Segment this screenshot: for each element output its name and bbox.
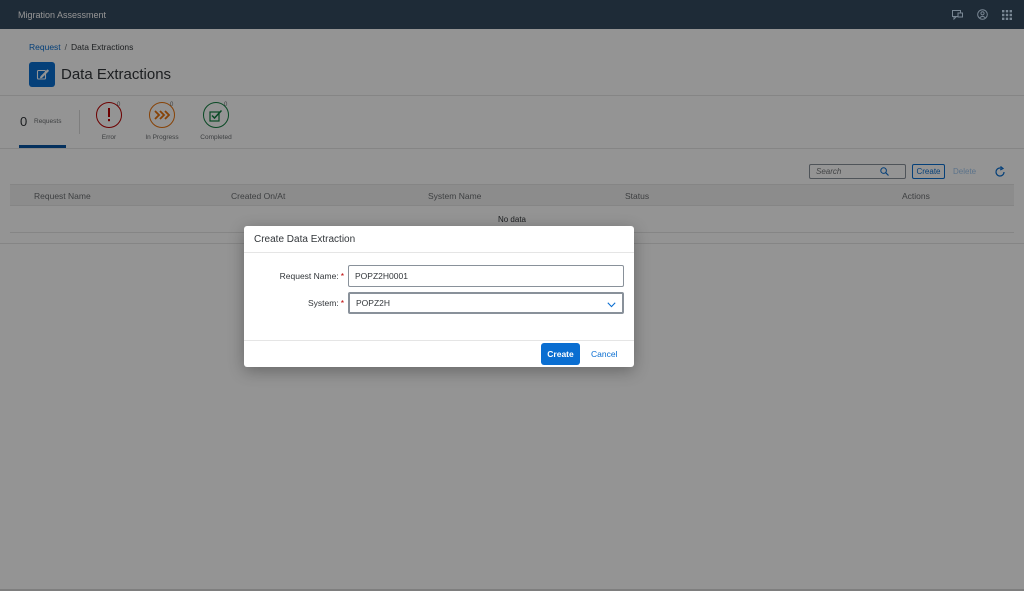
- system-label-text: System:: [307, 298, 339, 308]
- dialog-cancel-button[interactable]: Cancel: [591, 343, 617, 365]
- required-marker: *: [340, 271, 344, 281]
- dialog-create-button[interactable]: Create: [541, 343, 580, 365]
- request-name-value: POPZ2H0001: [355, 271, 408, 281]
- request-name-label: Request Name: *: [244, 271, 344, 281]
- system-label: System: *: [244, 298, 344, 308]
- dialog-footer-divider: [244, 340, 634, 341]
- create-data-extraction-dialog: Create Data Extraction Request Name: * PO…: [244, 226, 634, 367]
- request-name-input[interactable]: POPZ2H0001: [348, 265, 624, 287]
- dialog-title: Create Data Extraction: [254, 234, 356, 245]
- chevron-down-icon[interactable]: [607, 300, 616, 310]
- request-name-label-text: Request Name:: [279, 271, 339, 281]
- dialog-header-divider: [244, 252, 634, 253]
- system-value: POPZ2H: [356, 298, 391, 308]
- required-marker: *: [340, 298, 344, 308]
- system-select[interactable]: POPZ2H: [348, 292, 624, 314]
